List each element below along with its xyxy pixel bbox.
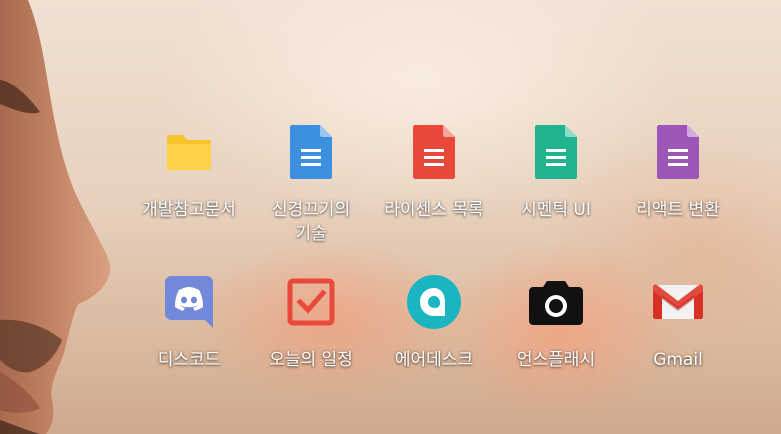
app-label: 개발참고문서: [142, 200, 236, 220]
app-gmail[interactable]: Gmail: [618, 274, 738, 372]
doc-icon: [528, 124, 584, 180]
doc-icon: [283, 124, 339, 180]
app-label: 언스플래시: [516, 350, 596, 370]
gmail-icon: [650, 274, 706, 330]
app-label: 디스코드: [157, 350, 221, 370]
app-discord[interactable]: 디스코드: [129, 274, 249, 372]
app-label: 신경끄기의 기술: [271, 200, 351, 244]
app-label: 시멘틱 UI: [521, 200, 591, 220]
app-react[interactable]: 리액트 변환: [618, 124, 738, 222]
airdesk-icon: [406, 274, 462, 330]
folder-icon: [161, 124, 217, 180]
app-today[interactable]: 오늘의 일정: [251, 274, 371, 372]
doc-icon: [650, 124, 706, 180]
app-license[interactable]: 라이센스 목록: [374, 124, 494, 222]
app-sinkyeong[interactable]: 신경끄기의 기술: [251, 124, 371, 246]
app-label: 에어데스크: [394, 350, 474, 370]
doc-icon: [406, 124, 462, 180]
app-label: Gmail: [653, 350, 703, 370]
app-semantic-ui[interactable]: 시멘틱 UI: [496, 124, 616, 222]
app-label: 오늘의 일정: [269, 350, 353, 370]
app-airdesk[interactable]: 에어데스크: [374, 274, 494, 372]
app-unsplash[interactable]: 언스플래시: [496, 274, 616, 372]
camera-icon: [528, 274, 584, 330]
app-launcher-grid: 개발참고문서 신경끄기의 기술 라이센스 목록 시멘틱 UI 리액트 변환 디스…: [0, 0, 781, 434]
app-label: 라이센스 목록: [384, 200, 484, 220]
checkbox-icon: [283, 274, 339, 330]
app-label: 리액트 변환: [636, 200, 720, 220]
app-dev-docs[interactable]: 개발참고문서: [129, 124, 249, 222]
desktop-background: 개발참고문서 신경끄기의 기술 라이센스 목록 시멘틱 UI 리액트 변환 디스…: [0, 0, 781, 434]
discord-icon: [161, 274, 217, 330]
